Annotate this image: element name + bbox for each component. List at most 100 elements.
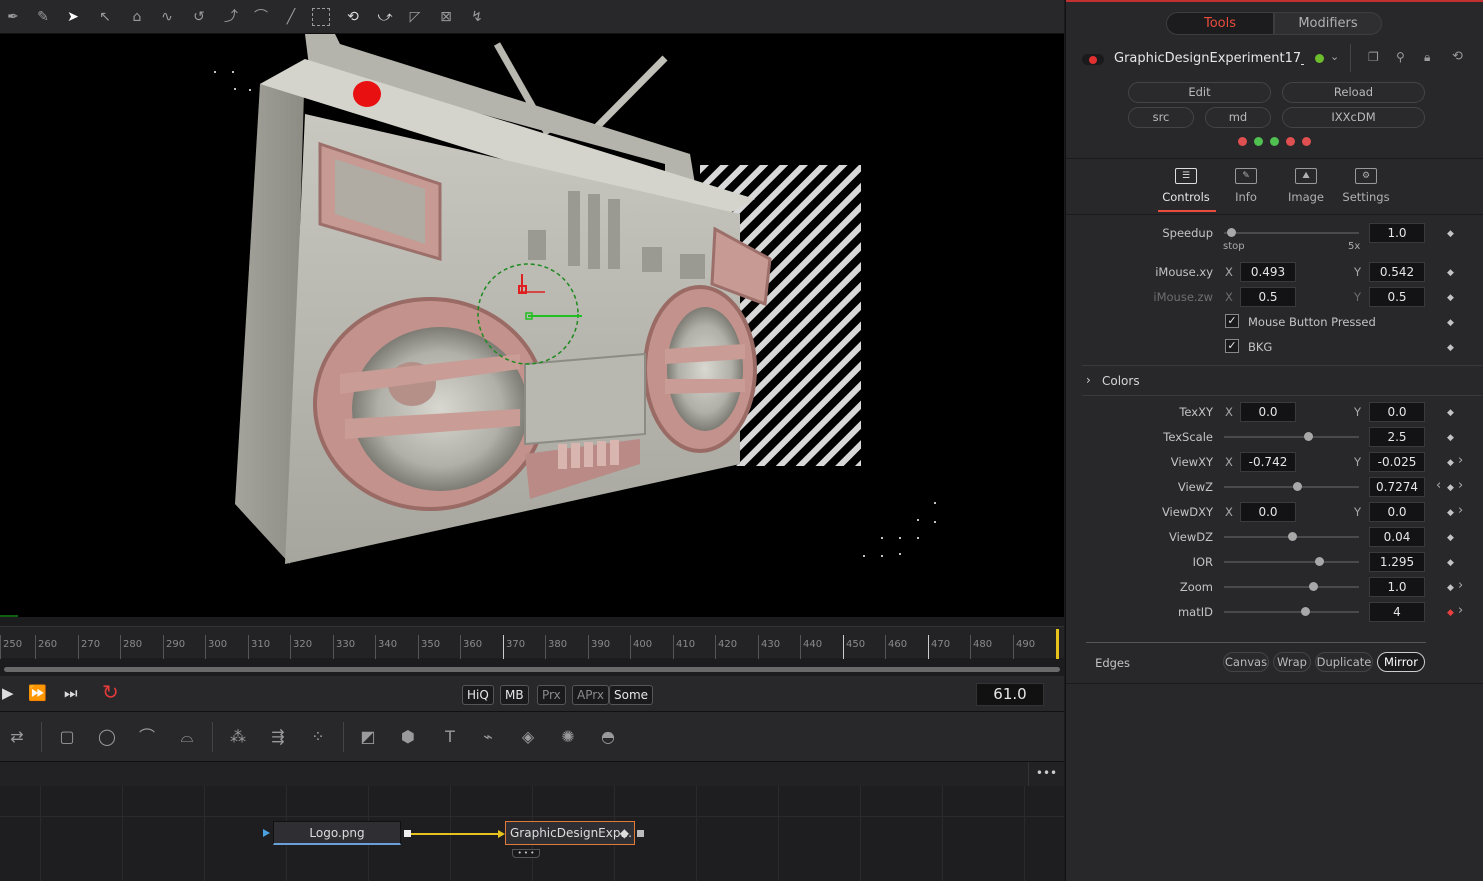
viewxy-y-value[interactable]: -0.025 (1369, 452, 1425, 472)
ior-value[interactable]: 1.295 (1369, 552, 1425, 572)
imouse-z-value[interactable]: 0.5 (1240, 287, 1296, 307)
reload-button[interactable]: Reload (1282, 82, 1425, 103)
slider-knob[interactable] (1303, 432, 1313, 441)
viewdz-value[interactable]: 0.04 (1369, 527, 1425, 547)
node-enable-toggle[interactable] (1082, 54, 1104, 65)
chevron-down-icon[interactable]: ⌄ (1330, 50, 1339, 63)
particle-emitter-icon[interactable]: ⁂ (227, 726, 249, 748)
play-icon[interactable]: ▶ (2, 684, 14, 702)
keyframe-icon[interactable]: ◆ (1447, 508, 1454, 518)
viewxy-x-value[interactable]: -0.742 (1240, 452, 1296, 472)
bkg-checkbox[interactable]: ✓ (1225, 339, 1239, 353)
keyframe-icon[interactable]: ◆ (1447, 533, 1454, 543)
paint-icon[interactable]: ✎ (34, 8, 52, 26)
node-editor[interactable]: Logo.png GraphicDesignExp... ◆ • • • (0, 786, 1064, 881)
keyframe-icon[interactable]: ◆ (1447, 558, 1454, 568)
keyframe-icon[interactable]: ◆ (1447, 343, 1454, 353)
viewdz-slider[interactable] (1224, 532, 1359, 541)
keyframe-icon[interactable]: ◆ (1447, 483, 1454, 493)
current-frame-field[interactable]: 61.0 (976, 683, 1044, 706)
path-icon[interactable]: ⤴ (222, 8, 240, 26)
particle-style-icon[interactable]: ⁘ (307, 726, 329, 748)
curve-icon[interactable]: ⌒ (252, 8, 270, 26)
select-arrow-icon[interactable]: ➤ (64, 8, 82, 26)
aprx-button[interactable]: APrx (572, 685, 609, 705)
tab-info[interactable]: ✎ Info (1216, 168, 1276, 204)
lasso-icon[interactable]: ↺ (190, 8, 208, 26)
rectangle-mask-icon[interactable]: ▢ (56, 726, 78, 748)
pin-icon[interactable]: ⚲ (1396, 50, 1405, 64)
slider-knob[interactable] (1226, 228, 1236, 237)
logo-node[interactable]: Logo.png (273, 821, 401, 845)
imouse-w-value[interactable]: 0.5 (1369, 287, 1425, 307)
edges-canvas-button[interactable]: Canvas (1223, 652, 1269, 672)
slider-knob[interactable] (1292, 482, 1302, 491)
src-button[interactable]: src (1128, 107, 1194, 128)
chevron-right-icon[interactable]: › (1086, 373, 1091, 387)
reset-icon[interactable]: ↯ (468, 8, 486, 26)
viewz-slider[interactable] (1224, 482, 1359, 491)
reset-icon[interactable]: ⟲ (1452, 49, 1463, 64)
speedup-value[interactable]: 1.0 (1369, 223, 1425, 243)
tab-modifiers[interactable]: Modifiers (1274, 12, 1382, 35)
viewz-value[interactable]: 0.7274 (1369, 477, 1425, 497)
more-options-icon[interactable]: ••• (1028, 762, 1064, 786)
keyframe-icon[interactable]: ◆ (1447, 408, 1454, 418)
shader-node[interactable]: GraphicDesignExp... ◆ (505, 821, 635, 845)
rect-select-icon[interactable] (312, 8, 330, 26)
timeline-scrollbar[interactable] (0, 664, 1064, 674)
zoom-value[interactable]: 1.0 (1369, 577, 1425, 597)
edges-wrap-button[interactable]: Wrap (1273, 652, 1311, 672)
tab-tools[interactable]: Tools (1166, 12, 1274, 35)
hiq-button[interactable]: HiQ (462, 685, 494, 705)
keyframe-icon[interactable]: ◆ (1447, 318, 1454, 328)
slider-knob[interactable] (1301, 607, 1310, 616)
viewdxy-y-value[interactable]: 0.0 (1369, 502, 1425, 522)
next-keyframe-icon[interactable]: › (1458, 578, 1463, 593)
keyframe-icon[interactable]: ◆ (1447, 293, 1454, 303)
versions-icon[interactable]: ❐ (1368, 50, 1379, 64)
tab-controls[interactable]: ☰ Controls (1156, 168, 1216, 204)
bspline-icon[interactable]: ↖ (96, 8, 114, 26)
deform-icon[interactable]: ⤻ (376, 8, 394, 26)
background-tool-icon[interactable]: ⇄ (6, 726, 28, 748)
renderer-3d-icon[interactable]: ◓ (597, 726, 619, 748)
keyframe-icon[interactable]: ◆ (1447, 608, 1454, 618)
some-button[interactable]: Some (609, 685, 654, 705)
keyframe-icon[interactable]: ◆ (1447, 433, 1454, 443)
mb-button[interactable]: MB (500, 685, 529, 705)
line-icon[interactable]: ╱ (282, 8, 300, 26)
transform-icon[interactable]: ⟲ (344, 8, 362, 26)
lock-icon[interactable]: 🔒︎ (1424, 50, 1430, 65)
colors-section-header[interactable]: Colors (1102, 374, 1140, 388)
imouse-x-value[interactable]: 0.493 (1240, 262, 1296, 282)
edges-mirror-button[interactable]: Mirror (1377, 652, 1425, 672)
keyframe-icon[interactable]: ◆ (1447, 583, 1454, 593)
zoom-slider[interactable] (1224, 582, 1359, 591)
keyframe-icon[interactable]: ◆ (1447, 229, 1454, 239)
tab-image[interactable]: ⛰ Image (1276, 168, 1336, 204)
ixxcdm-button[interactable]: IXXcDM (1282, 107, 1425, 128)
next-keyframe-icon[interactable]: › (1458, 503, 1463, 518)
shader-output-port[interactable] (637, 830, 644, 837)
texxy-x-value[interactable]: 0.0 (1240, 402, 1296, 422)
prev-keyframe-icon[interactable]: ‹ (1436, 478, 1441, 493)
polygon-mask-icon[interactable]: ⌒ (136, 726, 158, 748)
corner-icon[interactable]: ◸ (406, 8, 424, 26)
close-box-icon[interactable]: ⊠ (437, 8, 455, 26)
polygon-icon[interactable]: ⌂ (128, 8, 146, 26)
tab-settings[interactable]: ⚙ Settings (1336, 168, 1396, 204)
bspline-mask-icon[interactable]: ⌓ (176, 726, 198, 748)
texxy-y-value[interactable]: 0.0 (1369, 402, 1425, 422)
edit-button[interactable]: Edit (1128, 82, 1271, 103)
pen-tool-icon[interactable]: ✒ (4, 8, 22, 26)
next-keyframe-icon[interactable]: › (1458, 453, 1463, 468)
mouse-pressed-checkbox[interactable]: ✓ (1225, 314, 1239, 328)
viewdxy-x-value[interactable]: 0.0 (1240, 502, 1296, 522)
texscale-value[interactable]: 2.5 (1369, 427, 1425, 447)
ellipse-mask-icon[interactable]: ◯ (96, 726, 118, 748)
freehand-icon[interactable]: ∿ (158, 8, 176, 26)
ior-slider[interactable] (1224, 557, 1359, 566)
slider-knob[interactable] (1309, 582, 1319, 591)
slider-knob[interactable] (1314, 557, 1324, 566)
